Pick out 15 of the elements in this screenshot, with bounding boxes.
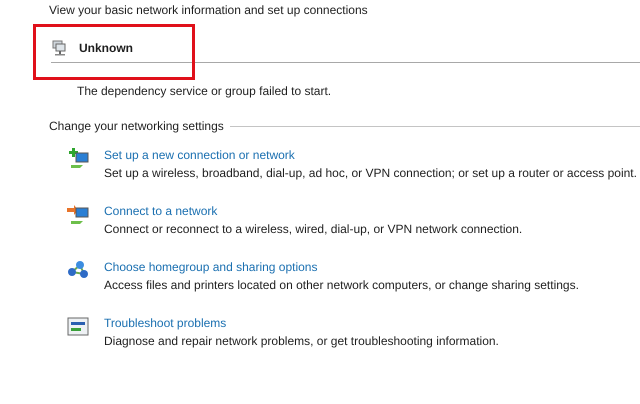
task-link[interactable]: Connect to a network (104, 202, 522, 220)
network-name: Unknown (79, 41, 133, 55)
task-description: Diagnose and repair network problems, or get troubleshooting information. (104, 333, 499, 350)
task-description: Access files and printers located on other network computers, or change sharing settings. (104, 277, 579, 294)
section-heading: Change your networking settings (49, 119, 224, 133)
task-link[interactable]: Troubleshoot problems (104, 314, 499, 332)
network-computer-icon (51, 40, 67, 56)
page-heading: View your basic network information and set up connections (49, 2, 369, 18)
network-status-message: The dependency service or group failed to start. (77, 84, 332, 98)
task-description: Connect or reconnect to a wireless, wired, dial-up, or VPN network connection. (104, 221, 522, 238)
task-link[interactable]: Set up a new connection or network (104, 146, 637, 164)
network-add-icon (66, 147, 90, 171)
network-connect-icon (66, 203, 90, 227)
task-description: Set up a wireless, broadband, dial-up, ad hoc, or VPN connection; or set up a router or access point. (104, 165, 637, 182)
task-link[interactable]: Choose homegroup and sharing options (104, 258, 579, 276)
